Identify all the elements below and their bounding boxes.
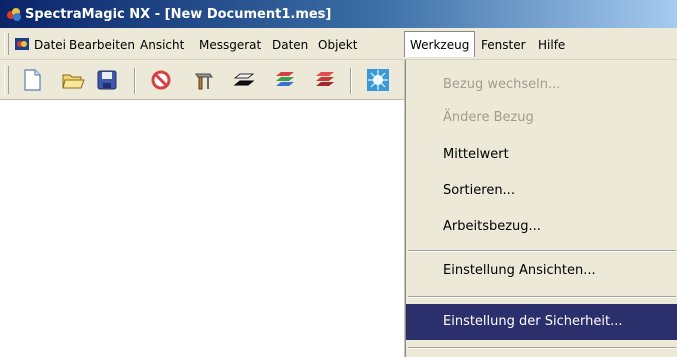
menu-fenster[interactable]: Fenster [481,37,526,53]
menu-item-mittelwert[interactable]: Mittelwert [406,137,677,173]
burst-icon[interactable] [366,68,390,92]
black-layers-icon[interactable] [232,68,256,92]
menu-separator [408,296,676,298]
menu-separator [408,347,676,349]
save-icon[interactable] [95,68,119,92]
open-folder-icon[interactable] [61,68,85,92]
menu-item-bezug-wechseln: Bezug wechseln... [443,77,561,92]
title-bar[interactable]: SpectraMagic NX - [New Document1.mes] [0,0,677,28]
toolbar-grip[interactable] [4,66,9,94]
werkzeug-dropdown-menu: Bezug wechseln... Ändere Bezug Mittelwer… [405,60,677,357]
menubar-grip[interactable] [4,33,9,55]
menu-daten[interactable]: Daten [272,37,308,53]
red-layers-icon[interactable] [313,68,337,92]
menu-item-einstellung-sicherheit[interactable]: Einstellung der Sicherheit... [406,304,677,340]
menu-item-arbeitsbezug[interactable]: Arbeitsbezug... [406,209,677,245]
app-logo-icon [6,6,22,22]
menu-messgerat[interactable]: Messgerat [199,37,261,53]
menu-separator [408,250,676,252]
menu-objekt[interactable]: Objekt [318,37,357,53]
new-document-icon[interactable] [20,68,44,92]
menu-hilfe[interactable]: Hilfe [538,37,565,53]
menu-item-sortieren[interactable]: Sortieren... [406,173,677,209]
color-layers-icon[interactable] [273,68,297,92]
no-entry-icon[interactable] [149,68,173,92]
toolbar-separator [350,68,352,94]
menu-werkzeug[interactable]: Werkzeug [404,31,476,57]
menu-item-einstellung-ansichten[interactable]: Einstellung Ansichten... [406,253,677,289]
toolbar-separator [134,68,136,94]
tool-icon[interactable] [192,68,216,92]
menu-datei[interactable]: Datei [34,37,66,53]
menu-item-aendere-bezug: Ändere Bezug [443,110,534,125]
menu-ansicht[interactable]: Ansicht [140,37,184,53]
menu-bearbeiten[interactable]: Bearbeiten [69,37,135,53]
window-title: SpectraMagic NX - [New Document1.mes] [25,6,332,22]
menu-bar: Datei Bearbeiten Ansicht Messgerat Daten… [0,28,677,60]
document-window-icon[interactable] [14,36,30,52]
